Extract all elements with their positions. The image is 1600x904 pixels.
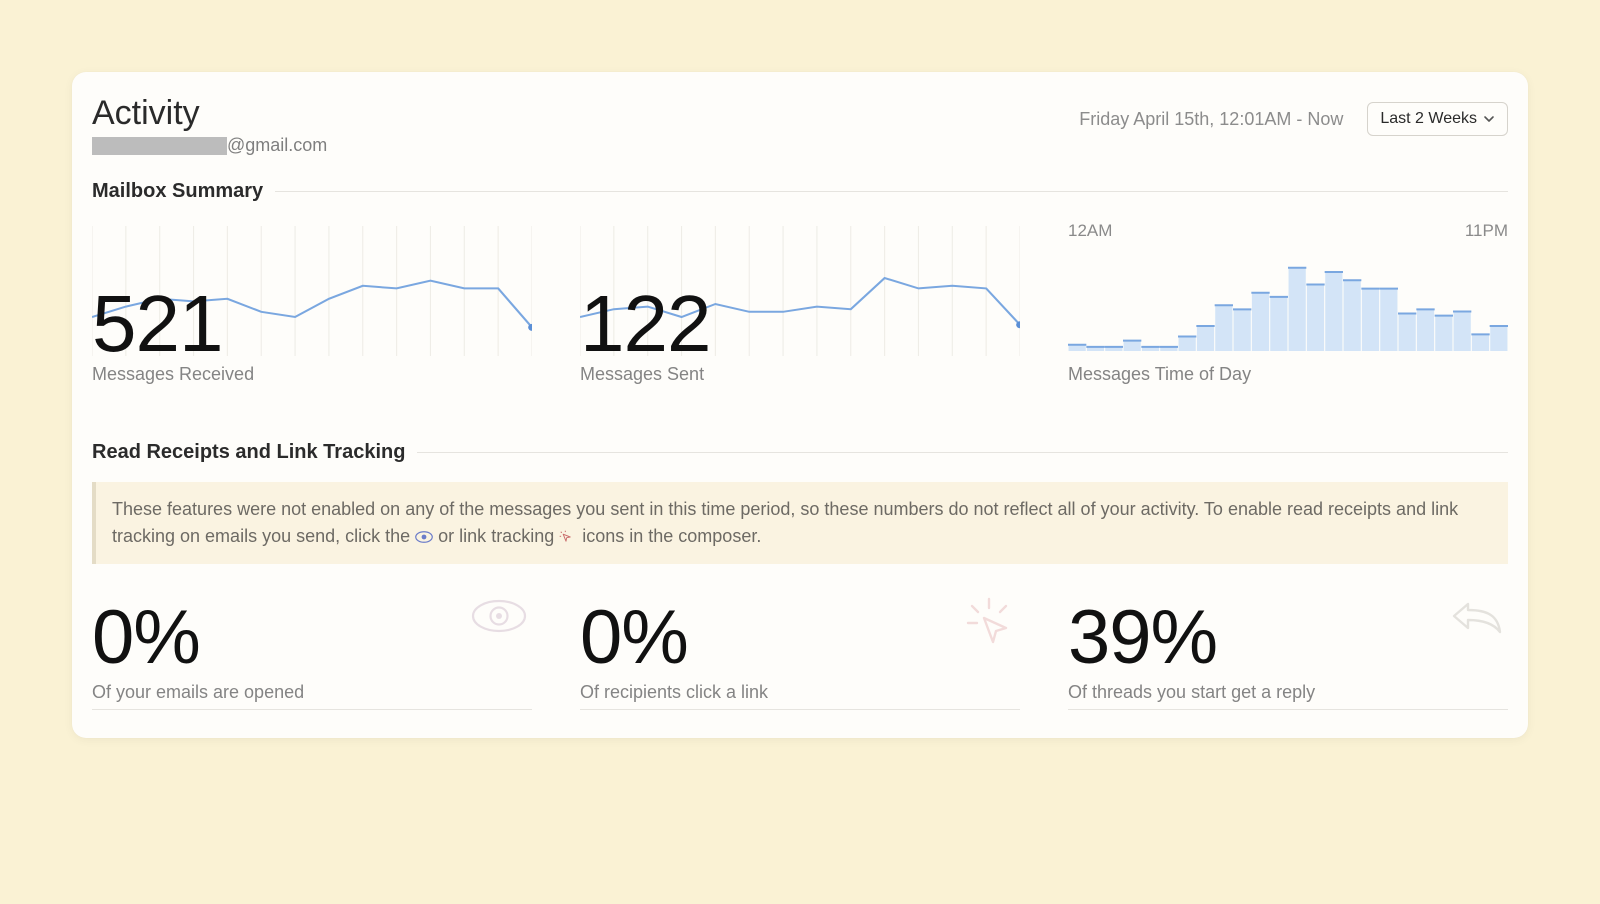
stat-clicked-label: Of recipients click a link	[580, 682, 1020, 703]
header-row: Activity @gmail.com Friday April 15th, 1…	[92, 94, 1508, 156]
section-read-receipts: Read Receipts and Link Tracking	[92, 441, 1508, 464]
reply-icon	[1450, 596, 1504, 641]
cursor-click-icon	[962, 596, 1016, 655]
page-title: Activity	[92, 94, 327, 133]
header-right: Friday April 15th, 12:01AM - Now Last 2 …	[1079, 102, 1508, 136]
timeframe-picker[interactable]: Last 2 Weeks	[1367, 102, 1508, 136]
header-left: Activity @gmail.com	[92, 94, 327, 156]
stat-replied: 39% Of threads you start get a reply	[1068, 600, 1508, 710]
barchart-tod	[1068, 247, 1508, 351]
section-divider	[275, 191, 1508, 192]
metric-tod-label: Messages Time of Day	[1068, 364, 1508, 385]
account-email: @gmail.com	[92, 135, 327, 156]
chevron-down-icon	[1483, 113, 1495, 125]
stat-clicked-value: 0%	[580, 600, 1020, 676]
metric-sent: 122 Messages Sent	[580, 226, 1020, 385]
metric-received-value: 521	[92, 284, 222, 364]
section-mailbox-summary: Mailbox Summary	[92, 180, 1508, 203]
email-domain: @gmail.com	[227, 135, 327, 156]
timeframe-picker-label: Last 2 Weeks	[1380, 110, 1477, 128]
tod-end-label: 11PM	[1465, 221, 1508, 241]
metric-received: 521 Messages Received	[92, 226, 532, 385]
metric-sent-value: 122	[580, 284, 710, 364]
stat-opened-label: Of your emails are opened	[92, 682, 532, 703]
notice-text-a: These features were not enabled on any o…	[112, 499, 1458, 546]
date-range-label: Friday April 15th, 12:01AM - Now	[1079, 109, 1343, 130]
section-title: Mailbox Summary	[92, 180, 263, 203]
stat-opened: 0% Of your emails are opened	[92, 600, 532, 710]
eye-icon	[470, 596, 528, 641]
eye-icon	[415, 530, 433, 544]
notice-text-b: or link tracking	[438, 526, 559, 546]
section-title: Read Receipts and Link Tracking	[92, 441, 405, 464]
summary-row: 521 Messages Received 122 Messages Sent …	[92, 221, 1508, 385]
tracking-notice: These features were not enabled on any o…	[92, 482, 1508, 564]
tod-start-label: 12AM	[1068, 221, 1112, 241]
stat-opened-value: 0%	[92, 600, 532, 676]
metric-tod: 12AM 11PM Messages Time of Day	[1068, 221, 1508, 385]
stats-row: 0% Of your emails are opened 0% Of recip…	[92, 600, 1508, 710]
stat-replied-value: 39%	[1068, 600, 1508, 676]
cursor-click-icon	[559, 530, 577, 544]
activity-card: Activity @gmail.com Friday April 15th, 1…	[72, 72, 1528, 738]
notice-text-c: icons in the composer.	[582, 526, 761, 546]
section-divider	[417, 452, 1508, 453]
stat-replied-label: Of threads you start get a reply	[1068, 682, 1508, 703]
email-redacted	[92, 137, 227, 155]
stat-clicked: 0% Of recipients click a link	[580, 600, 1020, 710]
